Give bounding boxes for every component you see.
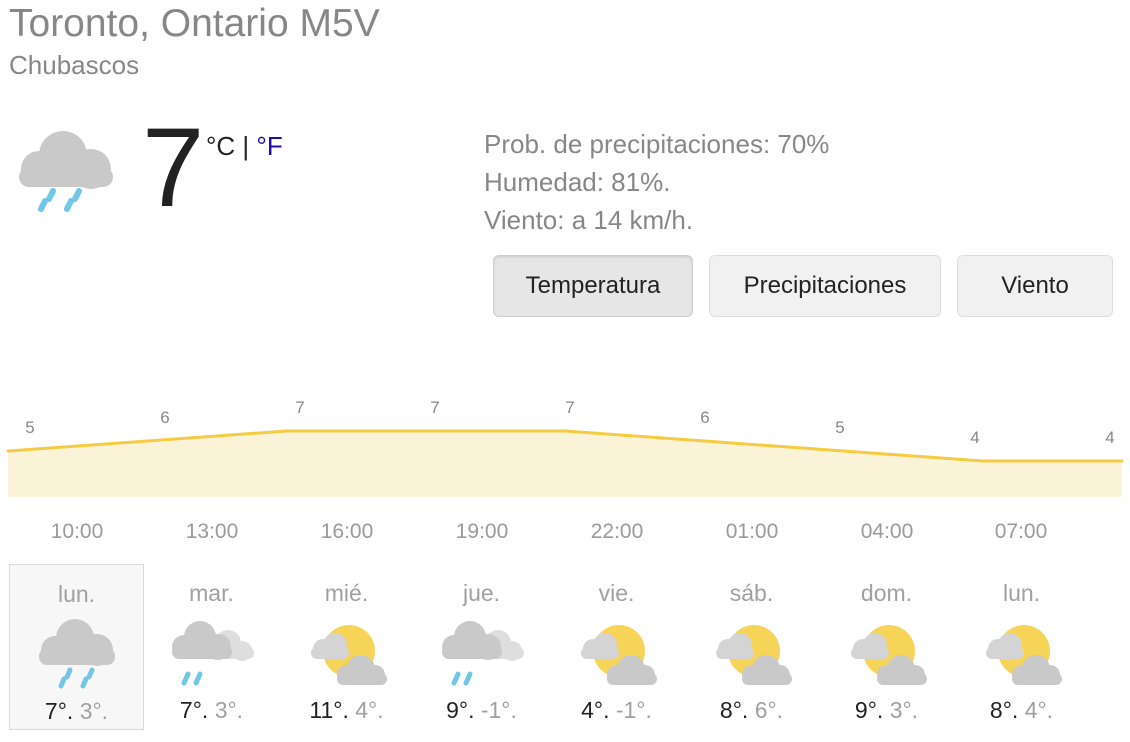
partly-cloudy-night-icon bbox=[702, 613, 802, 691]
hour-tick-label: 16:00 bbox=[320, 520, 374, 543]
hour-tick-label: 13:00 bbox=[185, 520, 239, 543]
day-high-temp: 8°. bbox=[989, 697, 1019, 723]
day-temps: 9°. -1°. bbox=[414, 697, 549, 724]
day-high-temp: 9°. bbox=[446, 697, 475, 723]
chart-data-label: 6 bbox=[160, 408, 169, 427]
day-name: lun. bbox=[57, 581, 96, 607]
chart-data-label: 4 bbox=[1105, 428, 1114, 447]
day-high-temp: 9°. bbox=[854, 697, 884, 723]
current-temperature: 7 bbox=[142, 105, 205, 230]
partly-cloudy-night-icon bbox=[972, 613, 1072, 691]
day-low-temp: 6°. bbox=[754, 697, 784, 723]
day-temps: 8°. 4°. bbox=[954, 697, 1089, 724]
day-name: vie. bbox=[598, 580, 635, 606]
day-temps: 7°. 3°. bbox=[10, 698, 143, 725]
hour-tick-label: 22:00 bbox=[590, 520, 644, 543]
chart-point bbox=[702, 439, 706, 443]
day-name: mar. bbox=[189, 580, 234, 606]
partly-cloudy-night-icon bbox=[297, 613, 397, 691]
hour-tick-label: 04:00 bbox=[860, 520, 914, 543]
chart-data-label: 5 bbox=[25, 418, 34, 437]
chart-point bbox=[842, 449, 845, 453]
humidity: Humedad: 81%. bbox=[484, 167, 671, 197]
day-low-temp: -1°. bbox=[615, 697, 652, 723]
unit-fahrenheit[interactable]: °F bbox=[256, 131, 282, 161]
day-high-temp: 4°. bbox=[581, 697, 610, 723]
day-high-temp: 7°. bbox=[44, 698, 74, 724]
forecast-day-card[interactable]: vie. 4°. -1°. bbox=[549, 564, 684, 730]
temperature-chart: 5 6 7 7 7 6 5 4 4 bbox=[6, 398, 1124, 497]
forecast-day-card[interactable]: mié. 11°. 4°. bbox=[279, 564, 414, 730]
day-high-temp: 11°. bbox=[309, 697, 349, 723]
forecast-day-card[interactable]: lun. 7°. 3°. bbox=[9, 564, 144, 730]
precipitation-probability: Prob. de precipitaciones: 70% bbox=[484, 129, 830, 159]
day-low-temp: 3°. bbox=[214, 697, 244, 723]
hour-tick-label: 07:00 bbox=[994, 520, 1048, 543]
chart-point bbox=[981, 459, 985, 463]
rain-clouds-icon bbox=[162, 613, 262, 691]
hour-tick-label: 19:00 bbox=[455, 520, 509, 543]
day-low-temp: 3°. bbox=[889, 697, 919, 723]
forecast-day-card[interactable]: sáb. 8°. 6°. bbox=[684, 564, 819, 730]
day-high-temp: 8°. bbox=[719, 697, 749, 723]
day-temps: 7°. 3°. bbox=[144, 697, 279, 724]
day-low-temp: 4°. bbox=[355, 697, 384, 723]
day-low-temp: 3°. bbox=[79, 698, 109, 724]
day-name: jue. bbox=[462, 580, 501, 606]
chart-point bbox=[6, 449, 10, 453]
day-temps: 11°. 4°. bbox=[279, 697, 414, 724]
chart-point bbox=[563, 429, 567, 433]
chart-data-label: 7 bbox=[565, 398, 574, 417]
hour-tick-label: 10:00 bbox=[50, 520, 104, 543]
day-name: sáb. bbox=[729, 580, 774, 606]
unit-celsius[interactable]: °C bbox=[206, 131, 235, 161]
day-name: mié. bbox=[324, 580, 369, 606]
day-low-temp: 4°. bbox=[1024, 697, 1054, 723]
chart-data-label: 7 bbox=[295, 398, 304, 417]
rain-clouds-icon bbox=[432, 613, 532, 691]
chart-area-fill bbox=[8, 431, 1122, 497]
day-name: dom. bbox=[860, 580, 913, 606]
location-title: Toronto, Ontario M5V bbox=[9, 2, 380, 45]
showers-icon bbox=[27, 614, 127, 692]
hour-tick-label: 01:00 bbox=[725, 520, 779, 543]
day-temps: 8°. 6°. bbox=[684, 697, 819, 724]
day-high-temp: 7°. bbox=[179, 697, 209, 723]
partly-cloudy-night-icon bbox=[837, 613, 937, 691]
chart-data-label: 7 bbox=[430, 398, 439, 417]
day-low-temp: -1°. bbox=[480, 697, 517, 723]
forecast-day-card[interactable]: mar. 7°. 3°. bbox=[144, 564, 279, 730]
forecast-day-card[interactable]: dom. 9°. 3°. bbox=[819, 564, 954, 730]
chart-point bbox=[1120, 459, 1124, 463]
tab-temperatura[interactable]: Temperatura bbox=[493, 255, 693, 317]
showers-icon bbox=[15, 125, 119, 221]
tab-viento[interactable]: Viento bbox=[957, 255, 1113, 317]
chart-data-label: 4 bbox=[970, 428, 979, 447]
condition-text: Chubascos bbox=[9, 50, 140, 80]
forecast-day-card[interactable]: jue. 9°. -1°. bbox=[414, 564, 549, 730]
wind-speed: Viento: a 14 km/h. bbox=[484, 205, 694, 235]
day-name: lun. bbox=[1002, 580, 1041, 606]
day-temps: 4°. -1°. bbox=[549, 697, 684, 724]
tab-precipitaciones[interactable]: Precipitaciones bbox=[709, 255, 941, 317]
chart-point bbox=[285, 429, 288, 433]
weather-details: Prob. de precipitaciones: 70% Humedad: 8… bbox=[484, 125, 829, 239]
chart-point bbox=[424, 429, 428, 433]
unit-separator: | bbox=[242, 131, 250, 161]
chart-data-label: 5 bbox=[835, 418, 844, 437]
chart-point bbox=[145, 439, 149, 443]
chart-data-label: 6 bbox=[700, 408, 709, 427]
partly-cloudy-night-icon bbox=[567, 613, 667, 691]
day-temps: 9°. 3°. bbox=[819, 697, 954, 724]
forecast-day-card[interactable]: lun. 8°. 4°. bbox=[954, 564, 1089, 730]
unit-toggle: °C | °F bbox=[206, 131, 283, 162]
